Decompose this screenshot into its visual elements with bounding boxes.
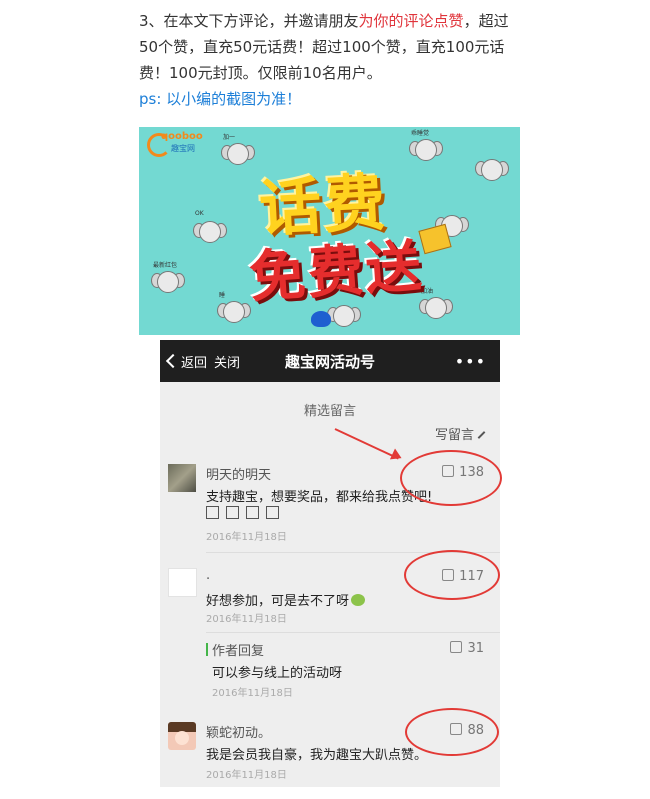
- article-line-2: 50个赞，直充50元话费！超过100个赞，直充100元话: [139, 38, 505, 56]
- elephant-tag: 加一: [223, 134, 236, 141]
- elephant-icon: [475, 157, 509, 183]
- elephant-icon: 乖睡觉: [409, 130, 443, 163]
- comment-text: 我是会员我自豪，我为趣宝大趴点赞。: [206, 748, 428, 763]
- comment-text: 好想参加，可是去不了呀: [206, 594, 350, 609]
- like-button[interactable]: 31: [450, 640, 484, 656]
- section-title: 精选留言: [303, 404, 356, 419]
- like-count: 31: [467, 641, 484, 656]
- nav-title: 趣宝网活动号: [284, 353, 375, 371]
- reply-indicator: [206, 643, 208, 656]
- qooboo-logo: qooboo 趣宝网: [147, 131, 209, 157]
- ok-tag: OK: [195, 210, 204, 217]
- frog-emoji-icon: [351, 594, 366, 606]
- annotation-circle: [404, 550, 500, 600]
- elephant-icon: 最新红包: [151, 262, 185, 295]
- article-line-3: 费！100元封顶。仅限前10名用户。: [139, 64, 382, 82]
- avatar[interactable]: [168, 722, 196, 750]
- elephant-icon: 睡: [217, 292, 251, 325]
- annotation-circle: [405, 708, 499, 756]
- comment-date: 2016年11月18日: [206, 614, 287, 625]
- bird-icon: [311, 311, 331, 327]
- avatar[interactable]: [168, 568, 197, 597]
- author-reply-label: 作者回复: [212, 644, 265, 659]
- logo-text: qooboo: [161, 131, 203, 142]
- comment-text-row: 好想参加，可是去不了呀: [206, 590, 366, 609]
- article-line-1-suffix: ，超过: [463, 12, 509, 30]
- elephant-tag: 睡: [219, 292, 226, 299]
- comment-date: 2016年11月18日: [206, 532, 287, 543]
- article-highlight: 为你的评论点赞: [358, 12, 464, 30]
- reply-text: 可以参与线上的活动呀: [212, 666, 343, 681]
- comment-author: 颖蛇初动。: [206, 726, 272, 741]
- comment-placeholder-boxes: [206, 506, 286, 523]
- write-comment-label: 写留言: [434, 428, 474, 443]
- write-comment-button[interactable]: 写留言: [435, 424, 486, 443]
- thumbs-up-icon: [450, 641, 463, 653]
- article-note: ps: 以小编的截图为准！: [139, 90, 302, 108]
- logo-subtext: 趣宝网: [171, 144, 195, 153]
- comment-author: .: [206, 568, 211, 583]
- nav-bar: 返回 关闭 趣宝网活动号 •••: [160, 340, 500, 382]
- banner-title-bottom: 免费送: [247, 233, 426, 311]
- article-line-1-prefix: 3、在本文下方评论，并邀请朋友: [139, 12, 359, 30]
- more-icon[interactable]: •••: [455, 352, 486, 371]
- comment-date: 2016年11月18日: [206, 770, 287, 781]
- elephant-icon: 加一: [221, 134, 255, 167]
- article-line-1: 3、在本文下方评论，并邀请朋友为你的评论点赞，超过: [139, 8, 519, 34]
- avatar[interactable]: [168, 464, 196, 492]
- pencil-icon: [477, 431, 486, 439]
- article-text: 3、在本文下方评论，并邀请朋友为你的评论点赞，超过 50个赞，直充50元话费！超…: [139, 8, 519, 112]
- elephant-tag: 乖睡觉: [411, 130, 430, 137]
- comment-author: 明天的明天: [206, 468, 272, 483]
- divider: [206, 632, 500, 633]
- gift-box-icon: [418, 223, 452, 255]
- reply-date: 2016年11月18日: [212, 688, 293, 699]
- comment-text: 支持趣宝，想要奖品，都来给我点赞吧!: [206, 490, 433, 505]
- elephant-tag: 最新红包: [153, 262, 178, 269]
- annotation-circle: [400, 450, 502, 506]
- promo-banner: qooboo 趣宝网 加一 乖睡觉 OK 最新红包 睡 加油 话费 免费送: [139, 127, 520, 335]
- elephant-icon: OK: [193, 210, 227, 245]
